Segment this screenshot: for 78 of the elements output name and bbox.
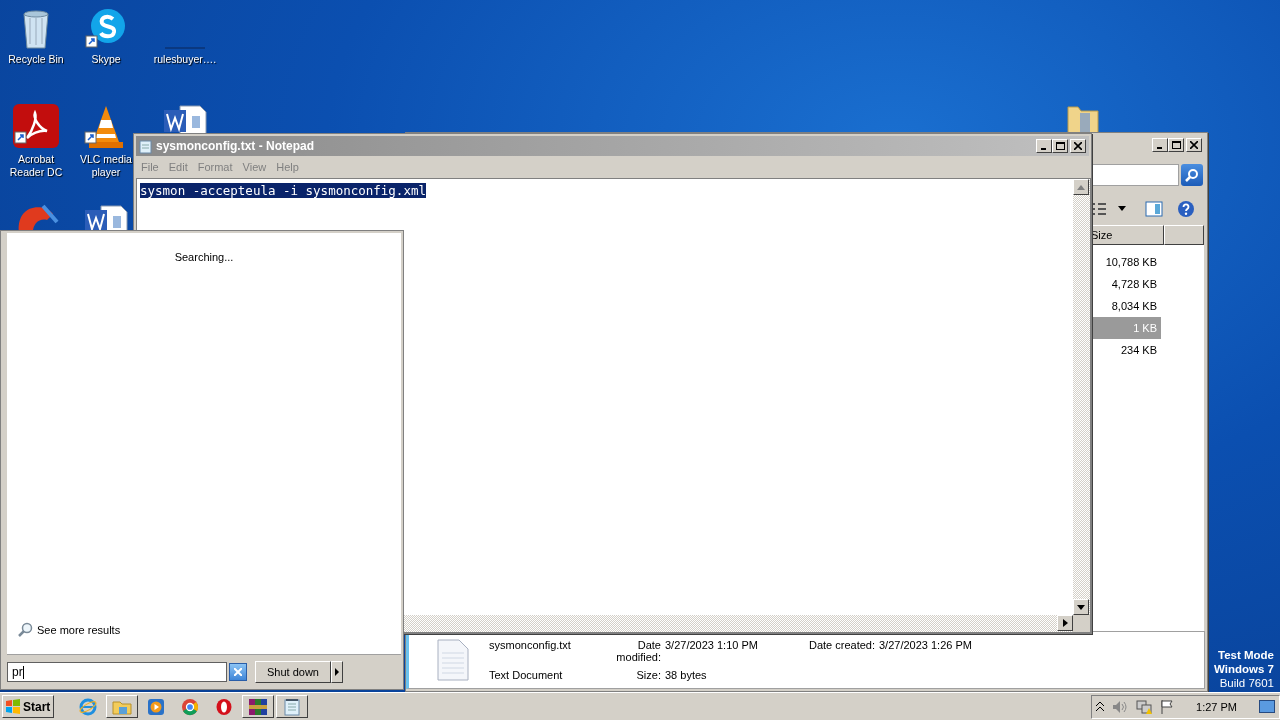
maximize-icon: [1055, 142, 1065, 150]
network-icon[interactable]: [1136, 698, 1153, 715]
start-button[interactable]: Start: [2, 695, 54, 718]
internet-explorer-icon: [79, 697, 97, 716]
search-status: Searching...: [174, 251, 234, 263]
down-arrow-icon: [1077, 604, 1085, 610]
close-icon: [1074, 142, 1082, 150]
close-button[interactable]: [1186, 138, 1202, 152]
dropdown-arrow-icon[interactable]: [1117, 206, 1127, 212]
maximize-button[interactable]: [1052, 139, 1068, 153]
file-size[interactable]: 4,728 KB: [1091, 273, 1161, 295]
close-button[interactable]: [1070, 139, 1086, 153]
minimize-button[interactable]: [1152, 138, 1168, 152]
search-button[interactable]: [1181, 164, 1203, 186]
icon-label[interactable]: Acrobat Reader DC: [8, 153, 64, 179]
media-player-icon: [147, 697, 165, 716]
winrar-icon: [248, 697, 268, 716]
chevron-up-icon[interactable]: [1096, 702, 1105, 711]
field-value: 3/27/2023 1:26 PM: [879, 639, 972, 653]
clear-search-button[interactable]: [229, 663, 247, 681]
search-icon: [1185, 168, 1199, 182]
os-notice-text: Build 7601: [1219, 676, 1274, 690]
view-list-icon[interactable]: [1091, 202, 1107, 216]
shut-down-options-button[interactable]: [331, 661, 343, 683]
right-arrow-icon: [335, 668, 339, 676]
show-desktop-icon[interactable]: [1259, 699, 1275, 714]
preview-pane-icon[interactable]: [1145, 201, 1163, 217]
taskbar-app-button[interactable]: [276, 695, 308, 718]
maximize-button[interactable]: [1168, 138, 1184, 152]
icon-label[interactable]: Skype: [91, 53, 121, 66]
document-text: sysmon -accepteula -i sysmonconfig.xml: [140, 183, 426, 198]
folder-icon[interactable]: [1066, 103, 1100, 133]
icon-label[interactable]: rulesbuyer….: [153, 53, 217, 66]
maximize-icon: [1171, 141, 1181, 149]
word-document-icon[interactable]: [162, 104, 208, 134]
search-icon: [17, 622, 33, 638]
opera-icon: [215, 697, 233, 716]
right-arrow-icon: [1062, 619, 1068, 627]
file-name: sysmonconfig.txt: [489, 639, 572, 653]
file-size[interactable]: 8,034 KB: [1091, 295, 1161, 317]
notepad-icon: [139, 138, 152, 154]
os-notice-text: Test Mode: [1218, 648, 1274, 662]
scroll-down-button[interactable]: [1073, 599, 1089, 615]
file-type: Text Document: [489, 669, 564, 681]
up-arrow-icon: [1077, 184, 1085, 190]
field-value: 3/27/2023 1:10 PM: [665, 639, 759, 653]
windows-logo-icon: [5, 698, 21, 715]
close-icon: [234, 668, 242, 676]
taskbar-app-button[interactable]: [242, 695, 274, 718]
notepad-icon: [284, 697, 300, 716]
skype-icon[interactable]: [84, 8, 128, 50]
column-header[interactable]: [1164, 225, 1204, 245]
taskbar-app-button[interactable]: [106, 695, 138, 718]
size-grip[interactable]: [1073, 615, 1090, 632]
field-value: 38 bytes: [665, 669, 708, 681]
folder-icon: [112, 698, 132, 715]
window-title: sysmonconfig.txt - Notepad: [156, 139, 315, 153]
os-notice-text: Windows 7: [1214, 662, 1274, 676]
field-label: Size:: [635, 669, 661, 681]
field-label: Date modified:: [615, 639, 661, 663]
scroll-up-button[interactable]: [1073, 179, 1089, 195]
vertical-scrollbar[interactable]: [1073, 179, 1090, 615]
scroll-right-button[interactable]: [1057, 615, 1073, 631]
shut-down-button[interactable]: Shut down: [255, 661, 331, 683]
acrobat-icon[interactable]: [13, 104, 59, 150]
file-size[interactable]: 10,788 KB: [1091, 251, 1161, 273]
help-icon[interactable]: [1177, 200, 1195, 218]
minimize-button[interactable]: [1036, 139, 1052, 153]
text-file-icon: [437, 639, 469, 681]
clock-time[interactable]: 1:27 PM: [1196, 700, 1237, 713]
icon-label[interactable]: Recycle Bin: [8, 53, 64, 66]
field-label: Date created:: [807, 639, 875, 653]
icon-label[interactable]: VLC media player: [78, 153, 134, 179]
search-input[interactable]: pr: [7, 662, 227, 682]
file-size[interactable]: 234 KB: [1091, 339, 1161, 361]
close-icon: [1190, 141, 1198, 149]
chrome-icon: [181, 697, 199, 716]
flag-icon[interactable]: [1160, 698, 1175, 715]
